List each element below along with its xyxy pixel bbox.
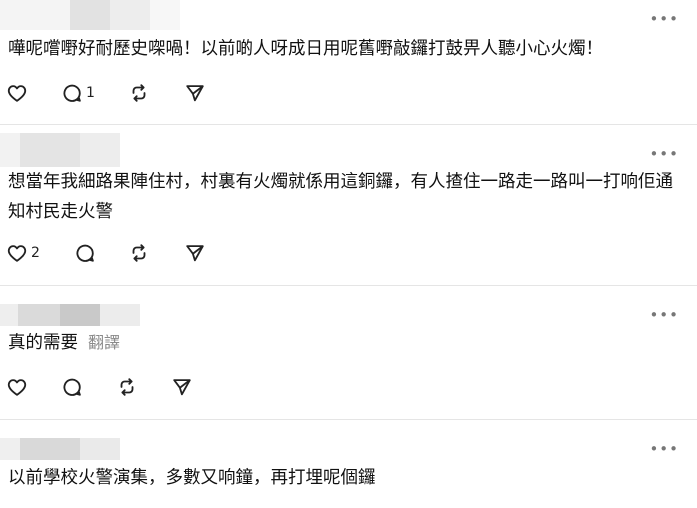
comment-4: ••• 以前學校火警演集，多數又响鐘，再打埋呢個鑼 bbox=[0, 420, 697, 508]
like-button[interactable]: 2 bbox=[6, 240, 40, 266]
repost-icon bbox=[120, 378, 134, 396]
repost-button[interactable] bbox=[116, 374, 138, 400]
more-options-icon[interactable]: ••• bbox=[649, 12, 679, 27]
comment-icon bbox=[76, 244, 94, 262]
comment-icon bbox=[63, 84, 81, 102]
username-blurred[interactable] bbox=[0, 0, 180, 30]
username-blurred[interactable] bbox=[0, 438, 120, 460]
like-button[interactable] bbox=[6, 374, 28, 400]
username-blurred[interactable] bbox=[0, 133, 120, 167]
heart-icon bbox=[7, 245, 27, 262]
share-button[interactable] bbox=[171, 374, 193, 400]
username-blurred[interactable] bbox=[0, 304, 140, 326]
reply-button[interactable] bbox=[61, 374, 83, 400]
comment-text-row: 真的需要 翻譯 bbox=[8, 328, 687, 358]
comment-text: 真的需要 bbox=[8, 333, 78, 353]
send-icon bbox=[173, 379, 191, 396]
comment-text: 想當年我細路果陣住村，村裏有火燭就係用這銅鑼，有人揸住一路走一路叫一打响佢通知村… bbox=[8, 172, 673, 222]
heart-icon bbox=[7, 379, 27, 396]
comment-3: ••• 真的需要 翻譯 bbox=[0, 286, 697, 419]
send-icon bbox=[186, 85, 204, 102]
reply-button[interactable]: 1 bbox=[61, 80, 95, 106]
more-options-icon[interactable]: ••• bbox=[649, 442, 679, 457]
like-count: 2 bbox=[31, 245, 40, 261]
more-options-icon[interactable]: ••• bbox=[649, 147, 679, 162]
like-button[interactable] bbox=[6, 80, 31, 106]
repost-button[interactable] bbox=[128, 240, 150, 266]
comment-text: 嘩呢嚐嘢好耐歷史㗎喎！以前啲人呀成日用呢舊嘢敲鑼打鼓畀人聽小心火燭！ bbox=[8, 39, 603, 59]
more-options-icon[interactable]: ••• bbox=[649, 308, 679, 323]
comment-icon bbox=[63, 378, 81, 396]
reply-button[interactable] bbox=[74, 240, 99, 266]
send-icon bbox=[186, 245, 204, 262]
heart-icon bbox=[7, 85, 27, 102]
share-button[interactable] bbox=[184, 240, 206, 266]
repost-icon bbox=[132, 84, 146, 102]
translate-link[interactable]: 翻譯 bbox=[88, 333, 120, 352]
share-button[interactable] bbox=[184, 80, 206, 106]
repost-icon bbox=[132, 244, 146, 262]
comment-1: ••• 嘩呢嚐嘢好耐歷史㗎喎！以前啲人呀成日用呢舊嘢敲鑼打鼓畀人聽小心火燭！ 1 bbox=[0, 0, 697, 124]
reply-count: 1 bbox=[86, 85, 95, 101]
repost-button[interactable] bbox=[128, 80, 150, 106]
comment-2: ••• 想當年我細路果陣住村，村裏有火燭就係用這銅鑼，有人揸住一路走一路叫一打响… bbox=[0, 125, 697, 285]
comment-text: 以前學校火警演集，多數又响鐘，再打埋呢個鑼 bbox=[8, 468, 376, 488]
